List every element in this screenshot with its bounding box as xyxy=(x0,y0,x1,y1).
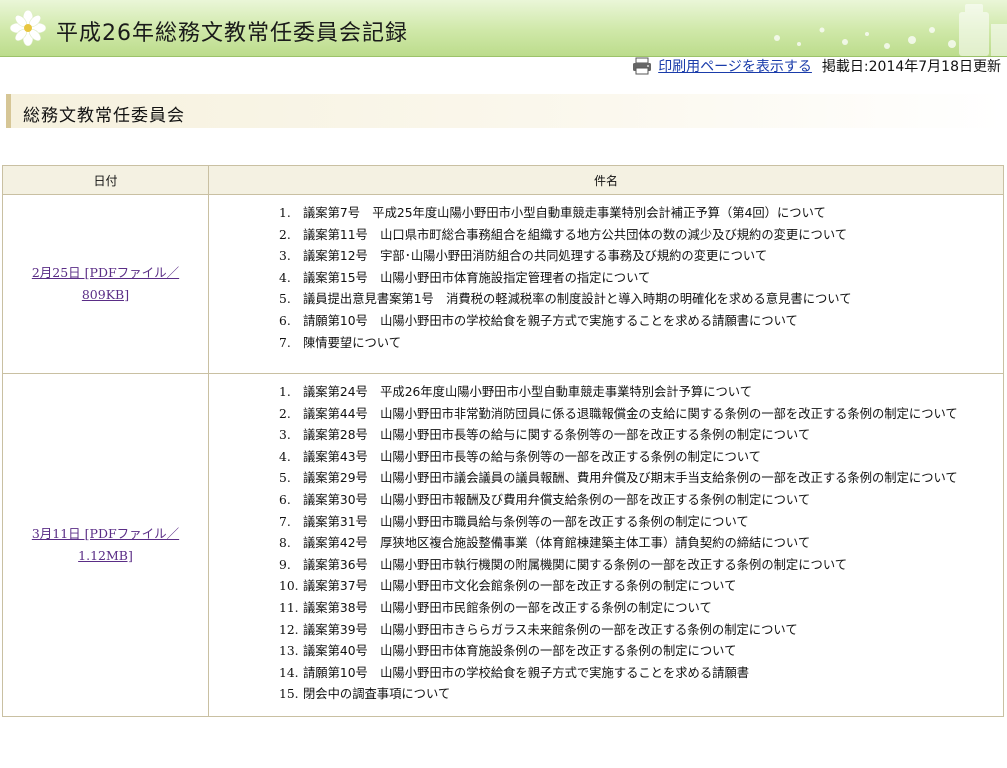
list-item: 5. 議員提出意見書案第1号 消費税の軽減税率の制度設計と導入時期の明確化を求める… xyxy=(279,292,852,307)
items-cell: 1. 議案第7号 平成25年度山陽小野田市小型自動車競走事業特別会計補正予算（第4… xyxy=(208,194,1004,374)
table-row: 2月25日 [PDFファイル／809KB] 1. 議案第7号 平成25年度山陽小野… xyxy=(2,194,1004,374)
list-item: 8. 議案第42号 厚狭地区複合施設整備事業（体育館棟建築主体工事）請負契約の締結… xyxy=(279,536,811,551)
list-item: 11. 議案第38号 山陽小野田市民館条例の一部を改正する条例の制定について xyxy=(279,600,712,615)
section-title: 総務文教常任委員会 xyxy=(23,106,185,126)
list-item: 3. 議案第28号 山陽小野田市長等の給与に関する条例等の一部を改正する条例の制定… xyxy=(279,428,811,443)
list-item: 12. 議案第39号 山陽小野田市きららガラス未来館条例の一部を改正する条例の制定… xyxy=(279,622,798,637)
list-item: 10. 議案第37号 山陽小野田市文化会館条例の一部を改正する条例の制定について xyxy=(279,579,737,594)
agenda-list: 1. 議案第7号 平成25年度山陽小野田市小型自動車競走事業特別会計補正予算（第4… xyxy=(279,203,971,354)
list-item: 7. 陳情要望について xyxy=(279,335,402,350)
date-cell: 2月25日 [PDFファイル／809KB] xyxy=(2,194,209,374)
list-item: 4. 議案第43号 山陽小野田市長等の給与条例等の一部を改正する条例の制定について xyxy=(279,449,761,464)
minutes-table: 日付 件名 2月25日 [PDFファイル／809KB] 1. 議案第7号 平成25… xyxy=(2,165,1004,717)
list-item: 13. 議案第40号 山陽小野田市体育施設条例の一部を改正する条例の制定について xyxy=(279,644,737,659)
table-header-row: 日付 件名 xyxy=(2,165,1004,195)
list-item: 6. 議案第30号 山陽小野田市報酬及び費用弁償支給条例の一部を改正する条例の制定… xyxy=(279,492,811,507)
list-item: 3. 議案第12号 宇部･山陽小野田消防組合の共同処理する事務及び規約の変更につい… xyxy=(279,249,768,264)
list-item: 4. 議案第15号 山陽小野田市体育施設指定管理者の指定について xyxy=(279,270,651,285)
table-row: 3月11日 [PDFファイル／1.12MB] 1. 議案第24号 平成26年度山陽… xyxy=(2,373,1004,717)
list-item: 14. 請願第10号 山陽小野田市の学校給食を親子方式で実施することを求める請願書 xyxy=(279,665,750,680)
column-header-subject: 件名 xyxy=(208,165,1004,195)
printer-icon[interactable] xyxy=(632,57,652,75)
page-title: 平成26年総務文教常任委員会記録 xyxy=(56,21,408,46)
list-item: 6. 請願第10号 山陽小野田市の学校給食を親子方式で実施することを求める請願書に… xyxy=(279,313,798,328)
pdf-link-feb25[interactable]: 2月25日 [PDFファイル／809KB] xyxy=(31,262,181,306)
pdf-link-mar11[interactable]: 3月11日 [PDFファイル／1.12MB] xyxy=(31,523,181,567)
items-cell: 1. 議案第24号 平成26年度山陽小野田市小型自動車競走事業特別会計予算について… xyxy=(208,373,1004,717)
list-item: 15. 閉会中の調査事項について xyxy=(279,687,451,702)
flower-logo-icon xyxy=(10,10,46,46)
list-item: 5. 議案第29号 山陽小野田市議会議員の議員報酬、費用弁償及び期末手当支給条例の… xyxy=(279,471,958,486)
date-cell: 3月11日 [PDFファイル／1.12MB] xyxy=(2,373,209,717)
list-item: 2. 議案第11号 山口県市町総合事務組合を組織する地方公共団体の数の減少及び規約… xyxy=(279,227,848,242)
section-heading: 総務文教常任委員会 xyxy=(6,94,1004,128)
updated-date: 掲載日:2014年7月18日更新 xyxy=(821,59,1001,75)
decorative-flowers-icon xyxy=(774,4,1007,56)
agenda-list: 1. 議案第24号 平成26年度山陽小野田市小型自動車競走事業特別会計予算について… xyxy=(279,382,971,706)
list-item: 9. 議案第36号 山陽小野田市執行機関の附属機関に関する条例の一部を改正する条例… xyxy=(279,557,848,572)
print-toolbar: 印刷用ページを表示する 掲載日:2014年7月18日更新 xyxy=(632,55,1001,77)
list-item: 1. 議案第24号 平成26年度山陽小野田市小型自動車競走事業特別会計予算について xyxy=(279,385,753,399)
list-item: 7. 議案第31号 山陽小野田市職員給与条例等の一部を改正する条例の制定について xyxy=(279,514,749,529)
print-page-link[interactable]: 印刷用ページを表示する xyxy=(658,56,812,76)
page-banner: 平成26年総務文教常任委員会記録 xyxy=(0,0,1007,57)
list-item: 1. 議案第7号 平成25年度山陽小野田市小型自動車競走事業特別会計補正予算（第4… xyxy=(279,206,826,220)
column-header-date: 日付 xyxy=(2,165,209,195)
list-item: 2. 議案第44号 山陽小野田市非常勤消防団員に係る退職報償金の支給に関する条例の… xyxy=(279,406,958,421)
